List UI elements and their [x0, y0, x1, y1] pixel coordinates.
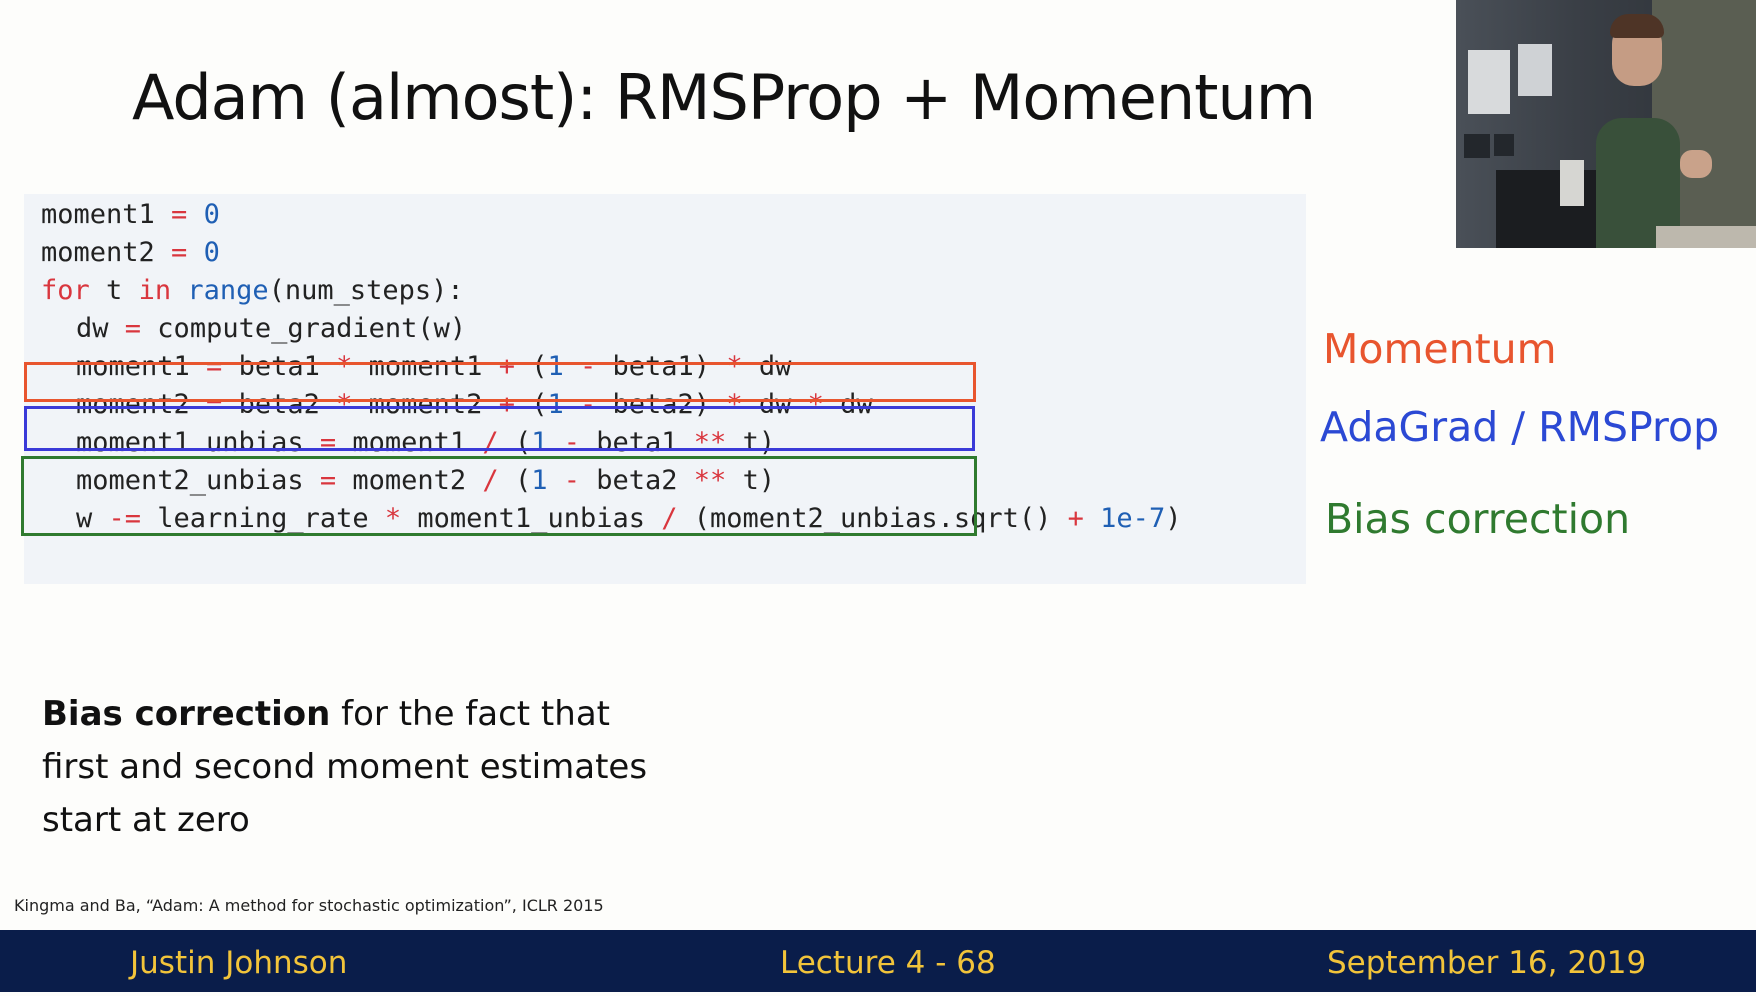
code-token: t — [89, 275, 139, 306]
code-token: in — [138, 275, 172, 306]
code-token: = — [171, 237, 188, 268]
footer-date: September 16, 2019 — [1327, 945, 1647, 981]
code-token: (num_steps): — [268, 275, 464, 306]
note-bold: Bias correction — [42, 694, 331, 734]
adagrad-highlight-box — [24, 406, 975, 451]
code-token: moment1 — [41, 199, 172, 230]
bias-correction-label: Bias correction — [1325, 495, 1631, 543]
slide-title-bold: Adam — [132, 61, 308, 134]
code-token: 1e-7 — [1100, 503, 1166, 534]
footer-bar: Justin Johnson Lecture 4 - 68 September … — [0, 930, 1756, 992]
code-line-2: moment2 = 0 — [41, 232, 220, 274]
momentum-label: Momentum — [1323, 325, 1557, 373]
code-token: range — [187, 275, 269, 306]
code-token: = — [171, 199, 188, 230]
code-line-1: moment1 = 0 — [41, 194, 220, 236]
code-token: 0 — [203, 237, 220, 268]
code-token: dw — [76, 313, 125, 344]
bias-correction-highlight-box — [21, 456, 977, 536]
code-line-3: for t in range(num_steps): — [41, 270, 464, 312]
code-token: 0 — [203, 199, 220, 230]
slide-title-rest: (almost): RMSProp + Momentum — [307, 61, 1316, 134]
adagrad-rmsprop-label: AdaGrad / RMSProp — [1320, 403, 1720, 451]
momentum-highlight-box — [24, 362, 976, 402]
slide-title: Adam (almost): RMSProp + Momentum — [132, 58, 1316, 138]
citation: Kingma and Ba, “Adam: A method for stoch… — [14, 896, 604, 915]
bias-correction-note: Bias correction for the fact that first … — [42, 688, 682, 847]
code-line-4: dw = compute_gradient(w) — [76, 308, 466, 350]
code-token: ) — [1165, 503, 1182, 534]
code-token: = — [124, 313, 142, 344]
code-token: moment2 — [41, 237, 172, 268]
code-token: compute_gradient(w) — [141, 313, 467, 344]
code-token: for — [41, 275, 90, 306]
footer-author: Justin Johnson — [130, 945, 348, 981]
speaker-video-thumbnail — [1456, 0, 1756, 248]
code-token: + — [1067, 503, 1084, 534]
footer-lecture: Lecture 4 - 68 — [780, 945, 996, 981]
